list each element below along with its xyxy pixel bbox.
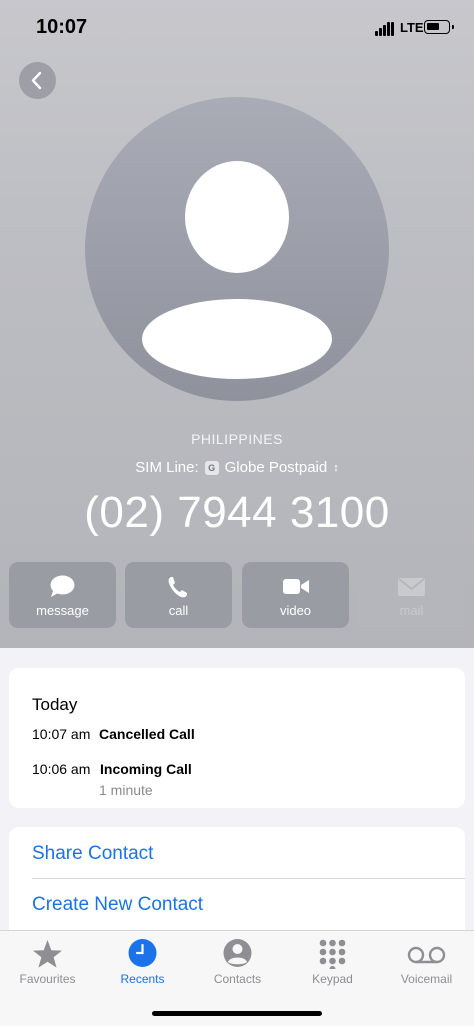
message-button[interactable]: message: [9, 562, 116, 628]
contact-options-card: Share Contact Create New Contact: [9, 827, 465, 937]
action-label: video: [279, 603, 312, 618]
action-label: mail: [399, 603, 424, 618]
action-buttons: message call video mail: [9, 562, 465, 628]
battery-icon: [424, 20, 454, 34]
mail-icon: [398, 578, 425, 596]
tab-contacts[interactable]: Contacts: [190, 931, 285, 1001]
tab-label: Keypad: [312, 972, 353, 986]
tab-label: Recents: [120, 972, 165, 986]
divider: [32, 878, 465, 879]
call-type: Cancelled Call: [99, 726, 195, 742]
network-label: LTE: [400, 20, 424, 35]
contact-header: 10:07 LTE PHILIPPINES SIM Line: G Globe Po…: [0, 0, 474, 648]
call-duration: 1 minute: [99, 782, 153, 798]
star-icon: [33, 940, 62, 968]
voicemail-icon: [407, 946, 446, 964]
video-icon: [283, 579, 309, 594]
sim-badge-icon: G: [204, 461, 219, 475]
avatar-head-shape: [185, 161, 289, 273]
call-type: Incoming Call: [100, 761, 192, 777]
contact-avatar: [85, 97, 389, 401]
tab-label: Contacts: [213, 972, 262, 986]
call-history-card: Today 10:07 am Cancelled Call 10:06 am I…: [9, 668, 465, 808]
clock-icon: [128, 939, 157, 967]
sim-carrier: Globe Postpaid: [224, 459, 328, 476]
call-time: 10:07 am: [32, 726, 91, 742]
message-icon: [50, 575, 75, 597]
chevron-updown-icon: ↕: [333, 462, 339, 474]
person-icon: [223, 939, 252, 967]
phone-number: (02) 7944 3100: [84, 488, 390, 537]
status-bar: 10:07 LTE: [0, 0, 474, 56]
signal-icon: [375, 22, 395, 36]
share-contact-link[interactable]: Share Contact: [32, 843, 153, 865]
tab-voicemail[interactable]: Voicemail: [379, 931, 474, 1001]
tab-keypad[interactable]: Keypad: [285, 931, 380, 1001]
sim-line-selector[interactable]: SIM Line: G Globe Postpaid ↕: [0, 459, 474, 476]
back-button[interactable]: [19, 62, 56, 99]
mail-button[interactable]: mail: [358, 562, 465, 628]
tab-favourites[interactable]: Favourites: [0, 931, 95, 1001]
contact-country: PHILIPPINES: [191, 431, 283, 447]
keypad-icon: [319, 939, 346, 969]
phone-icon: [168, 577, 187, 598]
call-time: 10:06 am: [32, 761, 91, 777]
call-button[interactable]: call: [125, 562, 232, 628]
avatar-body-shape: [142, 299, 332, 379]
tab-label: Voicemail: [400, 972, 453, 986]
video-button[interactable]: video: [242, 562, 349, 628]
status-time: 10:07: [36, 16, 88, 38]
action-label: message: [36, 603, 89, 618]
history-heading: Today: [32, 695, 78, 714]
sim-line-label: SIM Line:: [135, 459, 199, 476]
chevron-left-icon: [31, 71, 42, 90]
tab-recents[interactable]: Recents: [95, 931, 190, 1001]
action-label: call: [168, 603, 189, 618]
tab-label: Favourites: [19, 972, 76, 986]
create-new-contact-link[interactable]: Create New Contact: [32, 894, 203, 916]
home-indicator: [152, 1011, 322, 1016]
